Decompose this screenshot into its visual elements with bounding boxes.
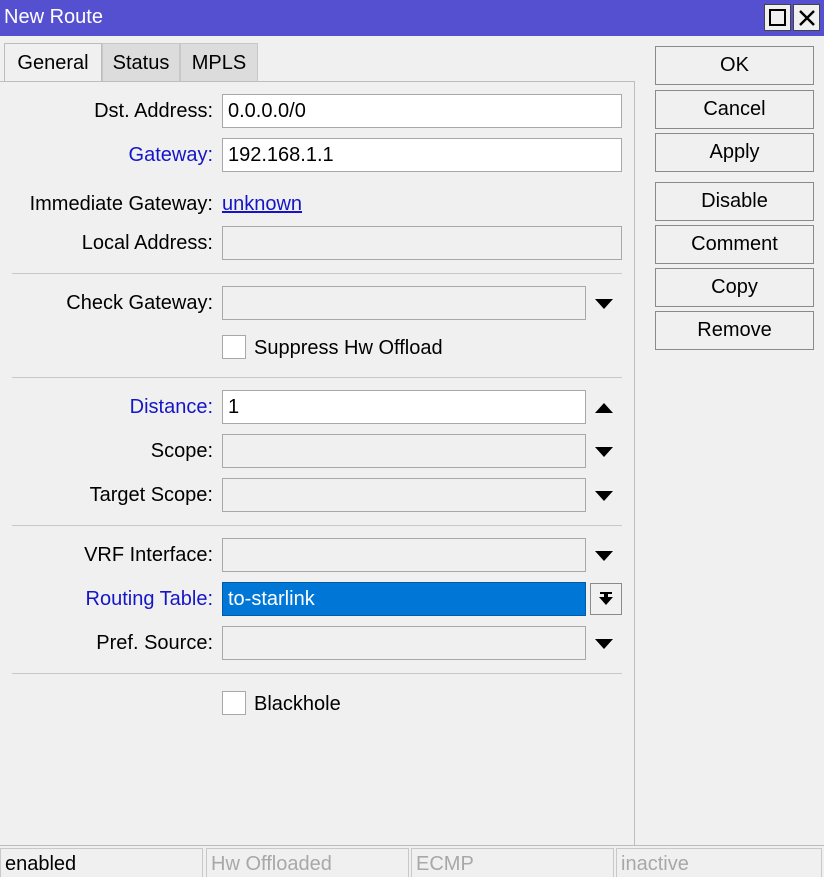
status-ecmp: ECMP	[411, 848, 614, 877]
comment-button[interactable]: Comment	[655, 225, 814, 264]
tab-mpls[interactable]: MPLS	[180, 43, 258, 81]
ok-button[interactable]: OK	[655, 46, 814, 85]
window-title: New Route	[4, 6, 103, 28]
general-panel	[0, 81, 635, 845]
remove-button[interactable]: Remove	[655, 311, 814, 350]
tab-status[interactable]: Status	[102, 43, 180, 81]
copy-button[interactable]: Copy	[655, 268, 814, 307]
status-state: enabled	[0, 848, 203, 877]
window-title-bar[interactable]: New Route	[0, 0, 824, 36]
tab-general-label: General	[17, 52, 89, 74]
status-active: inactive	[616, 848, 822, 877]
cancel-button[interactable]: Cancel	[655, 90, 814, 129]
close-button[interactable]	[793, 4, 820, 31]
status-hw-offloaded: Hw Offloaded	[206, 848, 409, 877]
tab-mpls-label: MPLS	[191, 52, 247, 74]
maximize-button[interactable]	[764, 4, 791, 31]
tab-general[interactable]: General	[4, 43, 102, 81]
disable-button[interactable]: Disable	[655, 182, 814, 221]
tab-status-label: Status	[112, 52, 170, 74]
maximize-icon	[769, 9, 786, 26]
status-bar: enabled Hw Offloaded ECMP inactive	[0, 845, 824, 877]
apply-button[interactable]: Apply	[655, 133, 814, 172]
close-icon	[799, 10, 815, 26]
